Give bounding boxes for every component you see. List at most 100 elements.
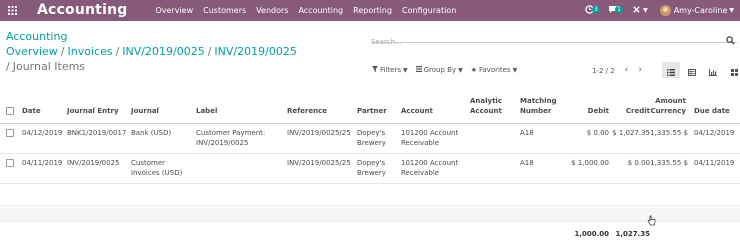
breadcrumb: Accounting Overview / Invoices / INV/2019/00…: [6, 29, 351, 74]
main-menu: Overview Customers Vendors Accounting Re…: [155, 0, 466, 21]
menu-item-configuration[interactable]: Configuration: [402, 0, 456, 21]
breadcrumb-separator: /: [115, 45, 120, 58]
search-bar: [371, 29, 737, 48]
cell-line: Invoices (USD): [131, 169, 183, 177]
messages-button[interactable]: 1: [608, 5, 623, 17]
header-line: Number: [520, 107, 552, 115]
kanban-view-button[interactable]: [725, 62, 740, 78]
cell-reference: INV/2019/0025/25: [287, 129, 351, 137]
avatar: [659, 5, 671, 16]
cell-due-date: 04/12/2019: [694, 129, 735, 137]
breadcrumb-item-accounting-overview[interactable]: Accounting Overview: [6, 30, 67, 58]
row-checkbox[interactable]: [6, 129, 14, 137]
filters-button[interactable]: Filters ▼: [372, 66, 408, 74]
chevron-down-icon: ▼: [512, 66, 518, 74]
bars-icon: [415, 66, 422, 74]
graph-view-button[interactable]: [704, 62, 722, 78]
column-header-label[interactable]: Label: [196, 106, 217, 116]
cell-account: 101200 Account Receivable: [401, 128, 458, 148]
group-by-label: Group By: [423, 66, 457, 74]
view-switcher: [662, 62, 740, 78]
activity-button[interactable]: 3: [585, 4, 600, 17]
menu-item-accounting[interactable]: Accounting: [298, 0, 343, 21]
menu-item-vendors[interactable]: Vendors: [256, 0, 288, 21]
header-line: Currency: [650, 107, 686, 115]
empty-row-band: [0, 205, 740, 222]
page-title: Journal Items: [12, 60, 86, 73]
cell-amount-currency: -1,335.55 $: [647, 129, 688, 137]
header-line: Account: [470, 107, 502, 115]
cell-line: Dopey's: [357, 159, 386, 167]
column-header-reference[interactable]: Reference: [287, 106, 327, 116]
column-header-matching-number[interactable]: Matching Number: [520, 96, 557, 116]
pager: 1-2 / 2 ‹ ›: [592, 66, 642, 75]
header-line: Amount: [655, 97, 686, 105]
column-header-debit[interactable]: Debit: [570, 106, 609, 116]
header-line: Matching: [520, 97, 557, 105]
column-header-journal[interactable]: Journal: [131, 106, 159, 116]
column-header-due-date[interactable]: Due date: [694, 106, 730, 116]
user-name: Amy-Caroline: [673, 6, 728, 15]
app-brand[interactable]: Accounting: [37, 0, 127, 21]
chevron-left-icon[interactable]: ‹: [625, 66, 629, 75]
debug-menu-button[interactable]: ▼: [632, 5, 648, 17]
pager-value[interactable]: 1-2 / 2: [592, 67, 615, 75]
favorites-button[interactable]: ★ Favorites ▼: [471, 66, 518, 74]
breadcrumb-item-invoice-2[interactable]: INV/2019/0025: [214, 45, 296, 58]
total-debit: 1,000.00: [574, 230, 609, 238]
breadcrumb-separator: /: [207, 45, 212, 58]
grid-icon: [730, 61, 738, 80]
cell-amount-currency: 1,335.55 $: [650, 159, 688, 167]
group-by-button[interactable]: Group By ▼: [415, 66, 463, 74]
cell-matching-number: A18: [520, 159, 534, 167]
cell-debit: $ 0.00: [586, 129, 609, 137]
cell-line: Customer: [131, 159, 166, 167]
cell-journal-entry: BNK1/2019/0017: [67, 129, 127, 137]
apps-grid-icon[interactable]: [0, 0, 24, 21]
cell-journal: Bank (USD): [131, 129, 172, 137]
menu-item-customers[interactable]: Customers: [203, 0, 246, 21]
list-icon: [667, 61, 675, 80]
select-all-checkbox[interactable]: [6, 107, 14, 115]
column-header-date[interactable]: Date: [22, 106, 41, 116]
list-view-button[interactable]: [662, 62, 680, 78]
filters-label: Filters: [380, 66, 401, 74]
cell-line: Customer Payment:: [196, 129, 266, 137]
column-header-analytic-account[interactable]: Analytic Account: [470, 96, 502, 116]
cell-label: Customer Payment: INV/2019/0025: [196, 128, 265, 148]
column-header-credit[interactable]: Credit: [612, 106, 650, 116]
chevron-right-icon[interactable]: ›: [638, 66, 642, 75]
cell-matching-number: A18: [520, 129, 534, 137]
breadcrumb-item-invoice[interactable]: INV/2019/0025: [122, 45, 204, 58]
menu-item-overview[interactable]: Overview: [155, 0, 193, 21]
table-row[interactable]: 04/11/2019 INV/2019/0025 Customer Invoic…: [0, 154, 740, 184]
cell-line: Brewery: [357, 169, 386, 177]
bug-icon: [632, 5, 641, 17]
column-header-journal-entry[interactable]: Journal Entry: [67, 106, 119, 116]
cell-debit: $ 1,000.00: [571, 159, 609, 167]
search-input[interactable]: [371, 36, 711, 48]
table-icon: [688, 61, 696, 80]
filter-icon: [372, 66, 378, 74]
pivot-view-button[interactable]: [683, 62, 701, 78]
column-header-amount-currency[interactable]: Amount Currency: [648, 96, 686, 116]
cell-partner: Dopey's Brewery: [357, 128, 386, 148]
column-header-partner[interactable]: Partner: [357, 106, 387, 116]
breadcrumb-item-invoices[interactable]: Invoices: [68, 45, 113, 58]
cell-line: Receivable: [401, 169, 440, 177]
cell-due-date: 04/11/2019: [694, 159, 735, 167]
cell-partner: Dopey's Brewery: [357, 158, 386, 178]
row-checkbox[interactable]: [6, 159, 14, 167]
menu-item-reporting[interactable]: Reporting: [353, 0, 392, 21]
column-header-account[interactable]: Account: [401, 106, 433, 116]
chevron-down-icon: ▼: [458, 66, 463, 74]
table-row[interactable]: 04/12/2019 BNK1/2019/0017 Bank (USD) Cus…: [0, 124, 740, 154]
user-menu[interactable]: Amy-Caroline ▼: [659, 5, 734, 16]
bar-chart-icon: [709, 61, 717, 80]
total-credit: 1,027.35: [615, 230, 650, 238]
search-icon[interactable]: [726, 30, 735, 49]
cell-journal: Customer Invoices (USD): [131, 158, 182, 178]
cell-line: INV/2019/0025: [196, 139, 249, 147]
breadcrumb-separator: /: [6, 60, 10, 73]
activity-badge: 3: [592, 5, 600, 13]
